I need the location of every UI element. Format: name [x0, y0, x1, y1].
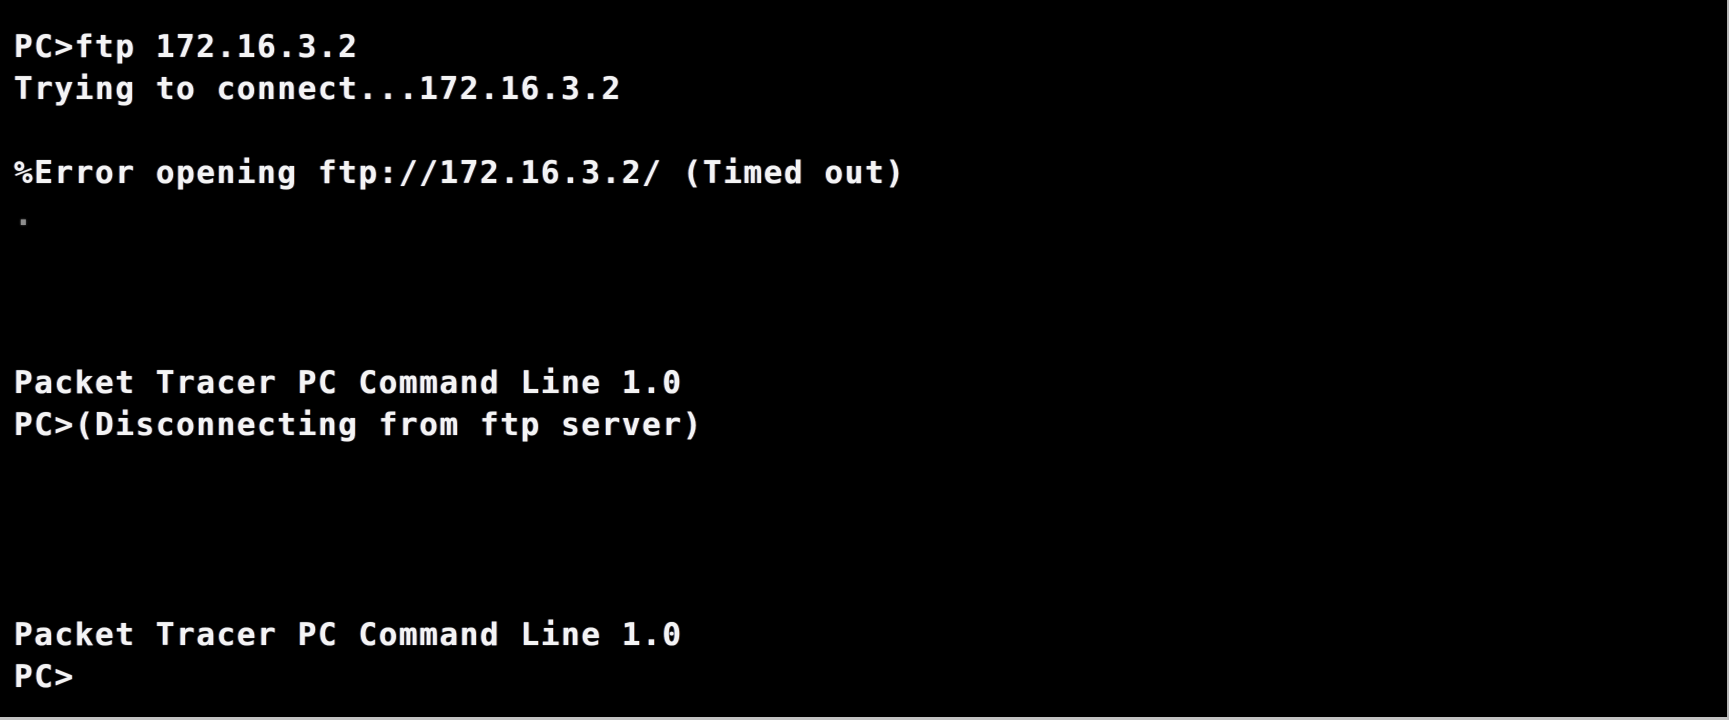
terminal-output-area[interactable]: PC>ftp 172.16.3.2 Trying to connect...17…: [0, 0, 1727, 717]
terminal-line-connect-attempt: Trying to connect...172.16.3.2: [14, 71, 622, 107]
terminal-window[interactable]: PC>ftp 172.16.3.2 Trying to connect...17…: [0, 0, 1729, 720]
terminal-line-error-timed-out: %Error opening ftp://172.16.3.2/ (Timed …: [14, 155, 906, 191]
terminal-line-banner-2: Packet Tracer PC Command Line 1.0: [14, 617, 683, 653]
terminal-line-disconnect-notice: PC>(Disconnecting from ftp server): [14, 407, 703, 443]
terminal-line-banner-1: Packet Tracer PC Command Line 1.0: [14, 365, 683, 401]
terminal-line-cmd-ftp: PC>ftp 172.16.3.2: [14, 29, 359, 65]
terminal-prompt-final[interactable]: PC>: [14, 656, 1727, 698]
terminal-line-trailing-dot: .: [14, 197, 35, 233]
